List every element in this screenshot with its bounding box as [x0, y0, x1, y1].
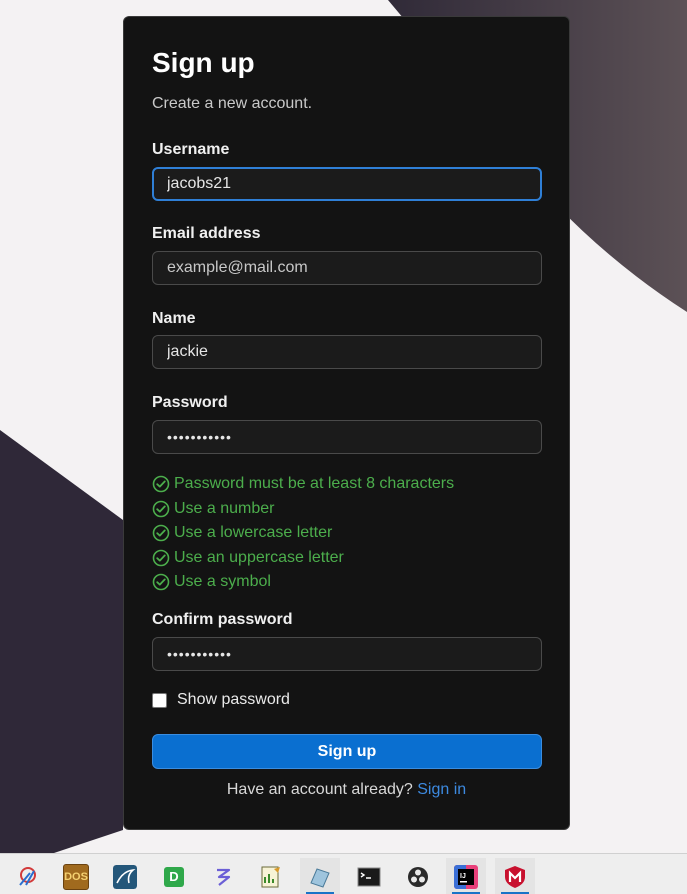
- password-rules: Password must be at least 8 characters U…: [152, 472, 454, 595]
- svg-text:IJ: IJ: [460, 873, 466, 880]
- taskbar-notepad-chart[interactable]: [251, 858, 291, 894]
- rule-item: Use a lowercase letter: [152, 521, 454, 546]
- intellij-icon: IJ: [454, 864, 478, 889]
- check-circle-icon: [152, 573, 170, 591]
- confirm-password-input[interactable]: [152, 637, 542, 671]
- rule-text: Use an uppercase letter: [174, 548, 344, 566]
- username-label: Username: [152, 141, 230, 158]
- rule-item: Password must be at least 8 characters: [152, 472, 454, 497]
- show-password-checkbox[interactable]: [152, 692, 167, 708]
- mcafee-icon: [505, 865, 525, 888]
- show-password-row[interactable]: Show password: [152, 691, 290, 709]
- taskbar: DOS D IJ: [0, 853, 687, 894]
- d-app-icon: D: [164, 866, 184, 887]
- notepad-chart-icon: [261, 866, 280, 887]
- check-circle-icon: [152, 475, 170, 493]
- mysql-workbench-icon: [113, 864, 137, 889]
- password-input[interactable]: [152, 420, 542, 454]
- obs-icon: [408, 866, 428, 887]
- rule-text: Password must be at least 8 characters: [174, 475, 455, 493]
- dosbox-icon: DOS: [63, 863, 89, 890]
- taskbar-editor[interactable]: [300, 858, 340, 894]
- signin-prompt-text: Have an account already?: [226, 781, 413, 798]
- confirm-password-label: Confirm password: [152, 611, 293, 628]
- show-password-label: Show password: [177, 691, 290, 708]
- taskbar-mysql-workbench[interactable]: [105, 858, 145, 894]
- rule-item: Use a symbol: [152, 570, 454, 595]
- page-title: Sign up: [152, 47, 255, 78]
- password-label: Password: [152, 394, 228, 411]
- signin-link[interactable]: Sign in: [417, 781, 466, 798]
- page-subtitle: Create a new account.: [152, 95, 313, 112]
- taskbar-snipping-tool[interactable]: [8, 858, 48, 894]
- rule-item: Use an uppercase letter: [152, 546, 454, 571]
- taskbar-d-app[interactable]: D: [154, 858, 194, 894]
- taskbar-intellij[interactable]: IJ: [446, 858, 486, 894]
- taskbar-dosbox[interactable]: DOS: [56, 858, 96, 894]
- figma-like-icon: [217, 868, 231, 886]
- rule-text: Use a symbol: [174, 573, 271, 591]
- signup-button[interactable]: Sign up: [152, 734, 542, 769]
- check-circle-icon: [152, 500, 170, 518]
- editor-icon: [310, 867, 330, 888]
- taskbar-figma-like[interactable]: [203, 858, 243, 894]
- name-input[interactable]: [152, 335, 542, 369]
- snipping-tool-icon: [19, 866, 36, 886]
- name-label: Name: [152, 310, 196, 327]
- check-circle-icon: [152, 549, 170, 567]
- check-circle-icon: [152, 524, 170, 542]
- signup-card: Sign up Create a new account. Username E…: [123, 16, 570, 830]
- email-label: Email address: [152, 225, 261, 242]
- taskbar-mcafee[interactable]: [495, 858, 535, 894]
- taskbar-terminal[interactable]: [349, 858, 389, 894]
- rule-text: Use a number: [174, 499, 275, 517]
- rule-text: Use a lowercase letter: [174, 524, 333, 542]
- rule-item: Use a number: [152, 497, 454, 522]
- username-input[interactable]: [152, 167, 542, 201]
- signin-prompt: Have an account already? Sign in: [124, 781, 569, 799]
- terminal-icon: [357, 867, 381, 886]
- taskbar-obs[interactable]: [398, 858, 438, 894]
- email-input[interactable]: [152, 251, 542, 285]
